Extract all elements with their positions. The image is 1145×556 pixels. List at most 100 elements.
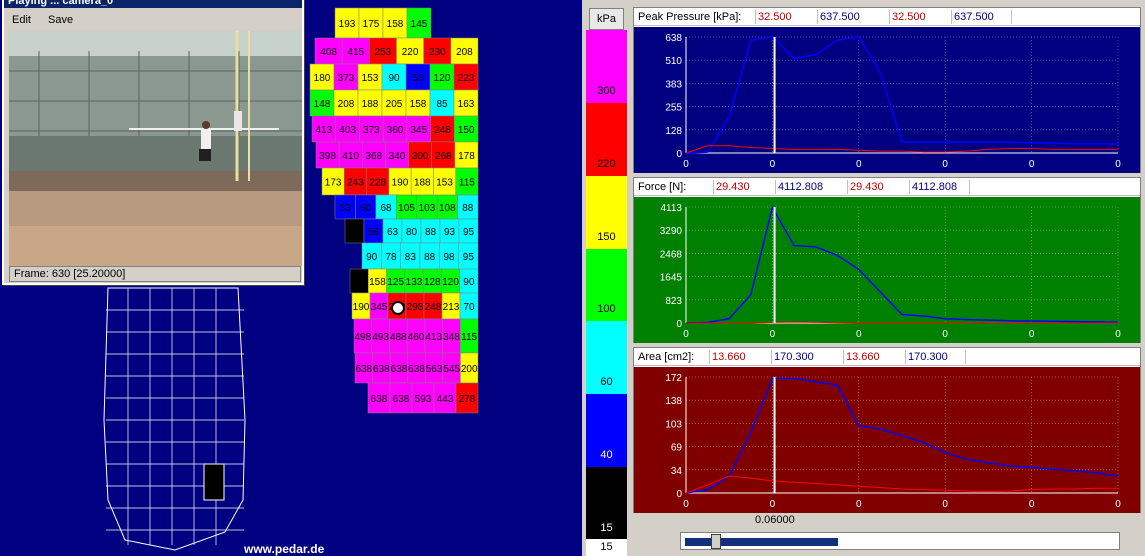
y-tick-label: 0 bbox=[676, 149, 682, 160]
svg-text:105: 105 bbox=[398, 203, 415, 214]
sensor-cell: 70 bbox=[459, 292, 479, 320]
sensor-cell: 128 bbox=[422, 268, 442, 294]
svg-text:345: 345 bbox=[410, 125, 427, 136]
y-tick-label: 34 bbox=[671, 466, 683, 477]
sensor-cell: 158 bbox=[405, 89, 431, 117]
y-tick-label: 4113 bbox=[660, 203, 682, 214]
sensor-cell: 398 bbox=[315, 141, 340, 169]
svg-text:83: 83 bbox=[405, 252, 417, 263]
sensor-cell: 213 bbox=[441, 292, 461, 320]
panel-header: Force [N]: 29.430 4112.808 29.430 4112.808 bbox=[634, 178, 1140, 196]
sensor-cell: 373 bbox=[359, 115, 384, 143]
x-tick-label: 0 bbox=[1029, 329, 1035, 340]
svg-text:408: 408 bbox=[320, 47, 337, 58]
svg-text:93: 93 bbox=[444, 227, 456, 238]
svg-text:78: 78 bbox=[385, 252, 397, 263]
svg-text:248: 248 bbox=[425, 302, 442, 313]
sensor-cell: 80 bbox=[401, 218, 422, 244]
slider-thumb[interactable] bbox=[711, 534, 721, 549]
video-window[interactable]: Playing ... camera_0 Edit Save Frame: 63… bbox=[2, 0, 304, 285]
sensor-cell: 133 bbox=[404, 268, 424, 294]
y-tick-label: 0 bbox=[676, 319, 682, 330]
sensor-cell: 158 bbox=[382, 7, 408, 39]
y-tick-label: 103 bbox=[665, 419, 682, 430]
sensor-cell: 90 bbox=[459, 268, 479, 294]
svg-text:158: 158 bbox=[410, 99, 427, 110]
svg-text:98: 98 bbox=[443, 252, 455, 263]
svg-text:188: 188 bbox=[362, 99, 379, 110]
selection-marker[interactable] bbox=[391, 301, 405, 315]
svg-text:158: 158 bbox=[387, 19, 404, 30]
area-panel[interactable]: Area [cm2]: 13.660 170.300 13.660 170.300 172… bbox=[633, 347, 1141, 513]
sensor-cell: 298 bbox=[405, 292, 425, 320]
sensor-cell: 248 bbox=[423, 292, 443, 320]
svg-text:460: 460 bbox=[408, 332, 425, 343]
x-tick-label: 0 bbox=[942, 499, 948, 510]
panel-value: 637.500 bbox=[952, 10, 1012, 24]
sensor-cell: 115 bbox=[455, 167, 479, 196]
panel-value: 13.660 bbox=[710, 350, 772, 364]
sensor-cell: 158 bbox=[368, 268, 387, 294]
sensor-cell: 30 bbox=[349, 268, 369, 294]
timeline-slider[interactable] bbox=[680, 532, 1120, 550]
sensor-cell: 58 bbox=[363, 218, 384, 244]
svg-text:53: 53 bbox=[412, 73, 424, 84]
svg-text:63: 63 bbox=[387, 227, 399, 238]
svg-text:88: 88 bbox=[424, 252, 436, 263]
y-tick-label: 383 bbox=[665, 79, 682, 90]
sensor-cell: 88 bbox=[457, 194, 479, 220]
svg-text:153: 153 bbox=[436, 178, 453, 189]
sensor-cell: 248 bbox=[430, 115, 455, 143]
sensor-cell: 63 bbox=[382, 218, 403, 244]
svg-text:163: 163 bbox=[458, 99, 475, 110]
right-foot-pressure-map[interactable]: 193 175 158 145 408 415 253 220 230 208 180 373 153 9… bbox=[309, 7, 479, 414]
x-tick-label: 0 bbox=[770, 329, 776, 340]
x-tick-label: 0 bbox=[856, 159, 862, 170]
x-tick-label: 0 bbox=[942, 159, 948, 170]
sensor-cell: 498 bbox=[353, 318, 372, 354]
svg-text:443: 443 bbox=[437, 394, 454, 405]
video-menu-bar: Edit Save bbox=[4, 14, 302, 30]
svg-text:638: 638 bbox=[355, 364, 372, 375]
svg-text:145: 145 bbox=[411, 19, 428, 30]
svg-text:150: 150 bbox=[458, 125, 475, 136]
x-tick-label: 0 bbox=[856, 329, 862, 340]
peak-pressure-panel[interactable]: Peak Pressure [kPa]: 32.500 637.500 32.500 6… bbox=[633, 7, 1141, 173]
force-panel[interactable]: Force [N]: 29.430 4112.808 29.430 4112.808 41… bbox=[633, 177, 1141, 343]
svg-text:373: 373 bbox=[363, 125, 380, 136]
sensor-cell: 68 bbox=[375, 194, 397, 220]
sensor-cell: 368 bbox=[362, 141, 386, 169]
scale-unit-label: kPa bbox=[589, 8, 624, 30]
sensor-cell: 188 bbox=[410, 167, 434, 196]
scale-bottom-value: 15 bbox=[586, 539, 627, 556]
svg-text:95: 95 bbox=[463, 227, 475, 238]
sensor-cell: 53 bbox=[334, 194, 356, 220]
svg-text:53: 53 bbox=[340, 203, 352, 214]
y-tick-label: 823 bbox=[665, 296, 682, 307]
y-tick-label: 0 bbox=[676, 489, 682, 500]
svg-text:120: 120 bbox=[434, 73, 451, 84]
sensor-cell: 95 bbox=[458, 218, 479, 244]
sensor-cell: 488 bbox=[389, 318, 408, 354]
svg-text:298: 298 bbox=[407, 302, 424, 313]
svg-text:190: 190 bbox=[392, 178, 409, 189]
sensor-cell: 253 bbox=[369, 37, 397, 65]
sensor-cell: 208 bbox=[333, 89, 359, 117]
svg-text:243: 243 bbox=[347, 178, 364, 189]
sensor-cell: 460 bbox=[406, 318, 426, 354]
sensor-cell: 230 bbox=[423, 37, 452, 65]
svg-text:90: 90 bbox=[463, 277, 475, 288]
menu-edit[interactable]: Edit bbox=[12, 14, 31, 26]
svg-text:95: 95 bbox=[463, 252, 475, 263]
sensor-cell: 103 bbox=[416, 194, 438, 220]
scale-band: 100 bbox=[586, 248, 627, 322]
panel-value: 29.430 bbox=[714, 180, 776, 194]
sensor-cell: 173 bbox=[321, 167, 345, 196]
sensor-cell: 638 bbox=[354, 352, 373, 384]
svg-text:253: 253 bbox=[375, 47, 392, 58]
video-frame bbox=[9, 31, 302, 266]
menu-save[interactable]: Save bbox=[48, 14, 73, 26]
svg-text:70: 70 bbox=[463, 302, 475, 313]
sensor-cell: 190 bbox=[388, 167, 412, 196]
svg-text:345: 345 bbox=[371, 302, 388, 313]
